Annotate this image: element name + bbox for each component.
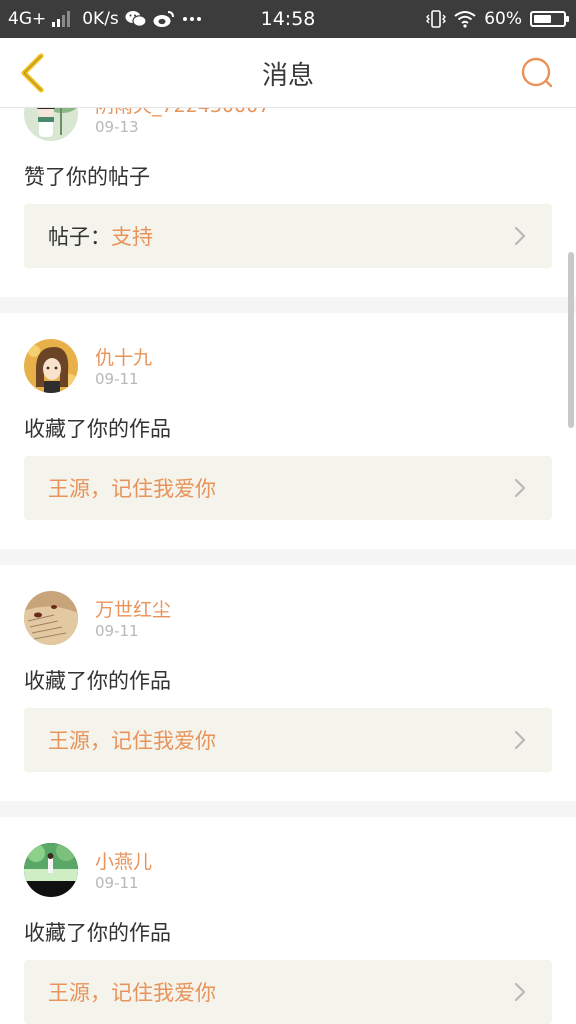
referenced-work-title: 王源，记住我爱你 (48, 477, 216, 501)
message-action: 收藏了你的作品 (24, 669, 171, 693)
user-name[interactable]: 小燕儿 (95, 847, 152, 874)
message-action: 收藏了你的作品 (24, 921, 171, 945)
message-action: 赞了你的帖子 (24, 165, 150, 189)
status-time: 14:58 (260, 8, 316, 30)
referenced-work-link[interactable]: 王源，记住我爱你 (24, 456, 552, 520)
referenced-work-title: 王源，记住我爱你 (48, 729, 216, 753)
user-name[interactable]: 阴雨天_722430007 (95, 108, 270, 118)
battery-percent: 60% (484, 9, 522, 29)
vibrate-icon (426, 10, 447, 28)
search-button[interactable] (516, 52, 558, 94)
message-card: 阴雨天_722430007 09-13 赞了你的帖子 帖子：支持 (0, 108, 576, 297)
message-card: 仇十九 09-11 收藏了你的作品 王源，记住我爱你 (0, 313, 576, 549)
page-title: 消息 (0, 38, 576, 108)
chevron-right-icon (514, 478, 526, 498)
battery-icon (530, 11, 569, 27)
referenced-work-title: 王源，记住我爱你 (48, 981, 216, 1005)
message-list-content: 阴雨天_722430007 09-13 赞了你的帖子 帖子：支持 (0, 108, 576, 1024)
scrollbar[interactable] (568, 252, 574, 428)
message-date: 09-11 (95, 370, 139, 388)
referenced-type-label: 帖子： (48, 225, 111, 249)
message-date: 09-13 (95, 118, 139, 136)
referenced-work-link[interactable]: 王源，记住我爱你 (24, 708, 552, 772)
search-icon (521, 57, 553, 88)
chevron-right-icon (514, 730, 526, 750)
referenced-work-text: 王源，记住我爱你 (48, 960, 216, 1024)
referenced-post-title: 支持 (111, 225, 153, 249)
chevron-right-icon (514, 226, 526, 246)
status-bar-right: 60% (426, 0, 569, 38)
message-card: 万世红尘 09-11 收藏了你的作品 王源，记住我爱你 (0, 565, 576, 801)
message-list[interactable]: 阴雨天_722430007 09-13 赞了你的帖子 帖子：支持 (0, 108, 576, 1024)
wifi-icon (454, 11, 476, 28)
message-date: 09-11 (95, 622, 139, 640)
avatar[interactable] (24, 591, 78, 645)
avatar[interactable] (24, 108, 78, 141)
message-date: 09-11 (95, 874, 139, 892)
message-card: 小燕儿 09-11 收藏了你的作品 王源，记住我爱你 (0, 817, 576, 1024)
referenced-work-text: 王源，记住我爱你 (48, 708, 216, 772)
avatar-anime-girl-image (24, 339, 78, 393)
status-bar: 4G+ 0K/s 14:58 60% (0, 0, 576, 38)
message-action: 收藏了你的作品 (24, 417, 171, 441)
referenced-post-text: 帖子： 支持 (48, 204, 153, 268)
nav-bar: 消息 (0, 38, 576, 108)
avatar-girl-with-umbrella-image (24, 108, 78, 141)
chevron-right-icon (514, 982, 526, 1002)
user-name[interactable]: 仇十九 (95, 343, 152, 370)
avatar[interactable] (24, 843, 78, 897)
referenced-work-text: 王源，记住我爱你 (48, 456, 216, 520)
page-title-text: 消息 (261, 60, 314, 91)
avatar-green-scene-image (24, 843, 78, 897)
user-name[interactable]: 万世红尘 (95, 595, 171, 622)
avatar-old-paper-image (24, 591, 78, 645)
referenced-post-link[interactable]: 帖子： 支持 (24, 204, 552, 268)
battery-fill (534, 15, 551, 23)
referenced-work-link[interactable]: 王源，记住我爱你 (24, 960, 552, 1024)
avatar[interactable] (24, 339, 78, 393)
